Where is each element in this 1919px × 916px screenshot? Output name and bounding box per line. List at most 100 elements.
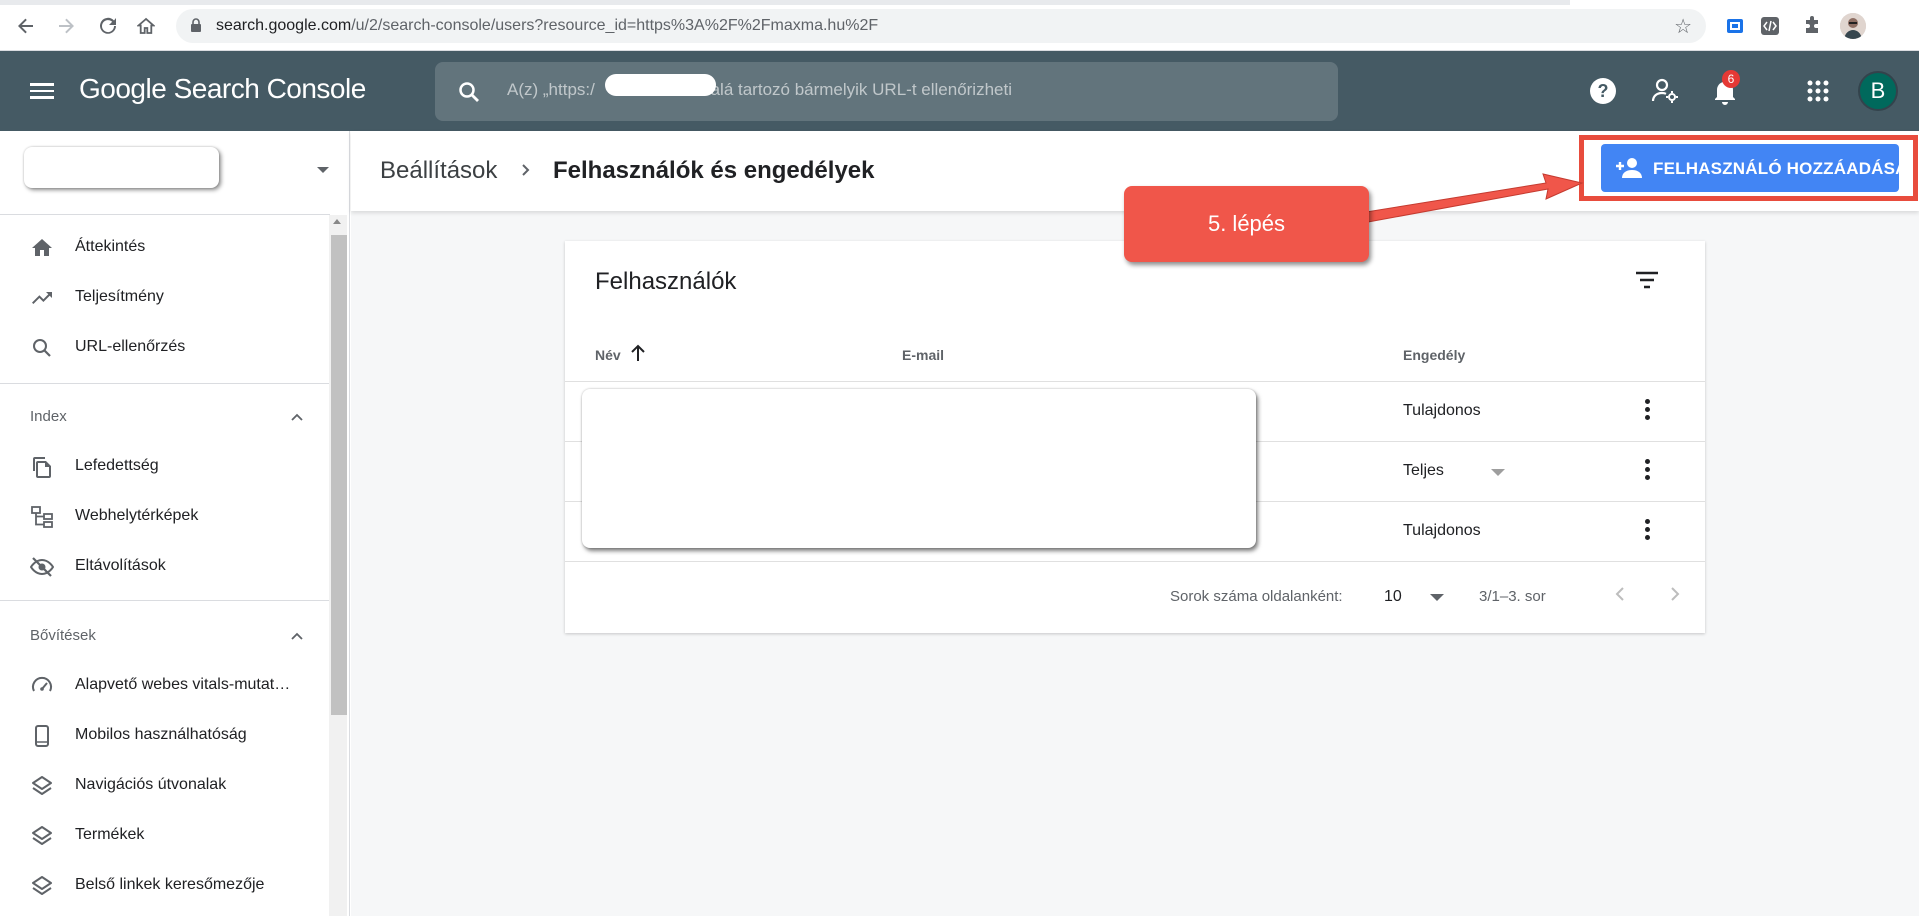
column-header-email[interactable]: E-mail — [902, 347, 944, 363]
tab-strip — [0, 0, 1570, 5]
extensions-puzzle-icon[interactable] — [1799, 13, 1825, 39]
sidebar-item-label: Eltávolítások — [75, 557, 166, 574]
help-icon[interactable]: ? — [1588, 76, 1618, 106]
permission-value: Tulajdonos — [1403, 522, 1481, 539]
chevron-up-icon[interactable] — [290, 629, 304, 643]
sidebar-item-label: Áttekintés — [75, 238, 146, 255]
sidebar-item-label: Termékek — [75, 826, 145, 843]
sidebar-item-core-web-vitals[interactable]: Alapvető webes vitals-mutat… — [0, 661, 328, 711]
app-logo[interactable]: Google Search Console — [79, 73, 366, 105]
back-button[interactable] — [14, 14, 38, 38]
url-path: /u/2/search-console/users?resource_id=ht… — [351, 17, 879, 34]
sidebar-item-sitelinks-searchbox[interactable]: Belső linkek keresőmezője — [0, 861, 328, 911]
reload-icon — [100, 17, 116, 34]
url-host: search.google.com — [216, 17, 352, 34]
copy-icon — [33, 457, 51, 478]
home-outline-icon — [137, 17, 155, 34]
chevron-right-icon — [1671, 587, 1680, 601]
more-vert-icon[interactable] — [1633, 455, 1661, 483]
section-title-enhancements: Bővítések — [30, 627, 96, 644]
divider — [0, 383, 330, 384]
home-button[interactable] — [134, 14, 158, 38]
property-selector[interactable] — [24, 147, 219, 188]
chevron-down-icon[interactable] — [1491, 469, 1505, 476]
apps-grid-icon[interactable] — [1803, 76, 1833, 106]
trending-up-icon — [32, 292, 52, 304]
chevron-left-icon — [1615, 587, 1624, 601]
divider — [565, 381, 1705, 382]
permission-select[interactable]: Teljes — [1403, 462, 1444, 480]
manage-accounts-icon[interactable] — [1650, 76, 1680, 106]
browser-toolbar: search.google.com/u/2/search-console/use… — [0, 0, 1919, 51]
svg-text:?: ? — [1598, 81, 1609, 101]
layers-icon — [32, 826, 52, 845]
forward-button[interactable] — [54, 14, 78, 38]
sidebar-item-breadcrumbs[interactable]: Navigációs útvonalak — [0, 761, 328, 811]
column-header-name[interactable]: Név — [595, 347, 621, 363]
hamburger-menu-icon[interactable] — [30, 79, 54, 103]
divider — [565, 561, 1705, 562]
sidebar-item-products[interactable]: Termékek — [0, 811, 328, 861]
search-placeholder-prefix: A(z) „https:/ — [507, 80, 595, 99]
chevron-down-icon — [1430, 594, 1444, 601]
sidebar-item-performance[interactable]: Teljesítmény — [0, 273, 328, 323]
sidebar-item-label: Belső linkek keresőmezője — [75, 876, 265, 893]
sidebar-item-label: Mobilos használhatóság — [75, 726, 247, 743]
app-header: Google Search Console A(z) „https:/ alá … — [0, 51, 1919, 131]
sidebar-item-label: Navigációs útvonalak — [75, 776, 227, 793]
sidebar-scrollbar-thumb[interactable] — [331, 235, 347, 715]
chevron-down-icon[interactable] — [317, 167, 329, 173]
scroll-up-arrow-icon[interactable] — [333, 219, 341, 224]
extension-translate-icon[interactable] — [1722, 13, 1748, 39]
filter-icon[interactable] — [1633, 266, 1661, 294]
search-icon — [33, 339, 51, 357]
sidebar-item-sitemaps[interactable]: Webhelytérképek — [0, 492, 328, 542]
divider — [0, 214, 330, 215]
sidebar-item-label: Lefedettség — [75, 457, 159, 474]
arrow-right-icon — [59, 18, 74, 34]
home-icon — [32, 239, 52, 256]
rows-per-page-select[interactable]: 10 — [1382, 581, 1450, 611]
redacted-domain — [605, 74, 716, 96]
section-title-index: Index — [30, 408, 67, 425]
url-inspection-search[interactable]: A(z) „https:/ alá tartozó bármelyik URL-… — [435, 62, 1338, 121]
next-page-button[interactable] — [1661, 580, 1689, 608]
sitemap-icon — [31, 506, 53, 528]
step-callout: 5. lépés — [1124, 186, 1369, 262]
card-title: Felhasználók — [595, 268, 737, 295]
extension-code-icon[interactable] — [1757, 13, 1783, 39]
person-add-icon — [1616, 158, 1642, 178]
arrow-up-icon[interactable] — [629, 343, 647, 363]
sidebar-item-url-inspection[interactable]: URL-ellenőrzés — [0, 323, 328, 373]
sidebar-item-removals[interactable]: Eltávolítások — [0, 542, 328, 592]
column-header-permission[interactable]: Engedély — [1403, 347, 1465, 363]
add-user-label: FELHASZNÁLÓ HOZZÁADÁSA — [1653, 159, 1908, 178]
sidebar-item-label: Webhelytérképek — [75, 507, 199, 524]
eye-off-icon — [30, 557, 54, 577]
previous-page-button[interactable] — [1606, 580, 1634, 608]
chevron-up-icon[interactable] — [290, 410, 304, 424]
pagination-range: 3/1–3. sor — [1479, 588, 1546, 605]
reload-button[interactable] — [96, 14, 120, 38]
sidebar-item-overview[interactable]: Áttekintés — [0, 223, 328, 273]
bookmark-star-icon[interactable]: ☆ — [1674, 14, 1692, 39]
phone-icon — [35, 725, 49, 747]
users-card: Felhasználók Név E-mail Engedély Tulajdo… — [565, 241, 1705, 633]
search-icon — [459, 82, 479, 102]
add-user-button[interactable]: FELHASZNÁLÓ HOZZÁADÁSA — [1601, 144, 1907, 192]
layers-icon — [32, 876, 52, 895]
sidebar-item-mobile-usability[interactable]: Mobilos használhatóság — [0, 711, 328, 761]
layers-icon — [32, 776, 52, 795]
breadcrumb-settings[interactable]: Beállítások — [380, 157, 497, 185]
address-bar[interactable]: search.google.com/u/2/search-console/use… — [176, 9, 1706, 43]
lock-icon — [191, 18, 201, 32]
more-vert-icon[interactable] — [1633, 515, 1661, 543]
redacted-user-details — [582, 389, 1256, 548]
sidebar-item-coverage[interactable]: Lefedettség — [0, 442, 328, 492]
more-vert-icon[interactable] — [1633, 395, 1661, 423]
permission-value: Tulajdonos — [1403, 402, 1481, 419]
account-avatar[interactable]: B — [1858, 71, 1898, 111]
profile-avatar-icon[interactable] — [1840, 13, 1866, 39]
notification-badge: 6 — [1722, 70, 1740, 88]
rows-per-page-value: 10 — [1384, 588, 1402, 605]
